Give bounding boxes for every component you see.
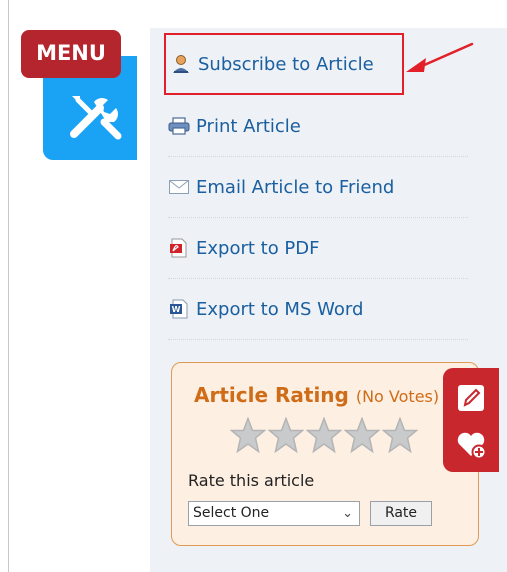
subscribe-to-article-link[interactable]: Subscribe to Article — [164, 33, 404, 95]
star-icon[interactable] — [230, 417, 266, 453]
star-icon[interactable] — [344, 417, 380, 453]
subscribe-to-article-label: Subscribe to Article — [198, 53, 374, 75]
annotation-arrow-icon — [406, 42, 474, 72]
print-article-link[interactable]: Print Article — [168, 96, 468, 157]
page-border — [8, 0, 9, 572]
menu-badge[interactable]: MENU — [21, 30, 121, 78]
print-article-label: Print Article — [196, 115, 301, 137]
chevron-down-icon: ⌄ — [342, 506, 353, 521]
favorite-add-heart-icon[interactable] — [455, 428, 487, 460]
star-icon[interactable] — [268, 417, 304, 453]
rating-select-value: Select One — [193, 505, 270, 521]
email-article-link[interactable]: Email Article to Friend — [168, 157, 468, 218]
printer-icon — [168, 116, 190, 136]
rating-select[interactable]: Select One ⌄ — [188, 501, 360, 526]
rating-title: Article Rating (No Votes) — [194, 383, 439, 407]
tools-wrench-screwdriver-icon — [70, 96, 122, 140]
export-pdf-label: Export to PDF — [196, 237, 320, 259]
word-doc-icon: W — [168, 299, 190, 319]
email-article-label: Email Article to Friend — [196, 176, 395, 198]
edit-pencil-icon[interactable] — [455, 382, 487, 414]
rating-votes-text: (No Votes) — [355, 387, 440, 406]
rating-stars — [230, 417, 418, 453]
rating-title-text: Article Rating — [194, 383, 349, 407]
star-icon[interactable] — [382, 417, 418, 453]
pdf-file-icon — [168, 238, 190, 258]
rate-this-article-label: Rate this article — [188, 471, 315, 490]
svg-text:W: W — [172, 305, 181, 314]
export-word-link[interactable]: W Export to MS Word — [168, 279, 468, 340]
export-word-label: Export to MS Word — [196, 298, 364, 320]
export-pdf-link[interactable]: Export to PDF — [168, 218, 468, 279]
star-icon[interactable] — [306, 417, 342, 453]
envelope-icon — [168, 177, 190, 197]
subscribe-user-icon — [170, 54, 192, 74]
article-tools-list: Subscribe to Article Print Article Email… — [164, 33, 468, 340]
floating-action-bar — [443, 368, 499, 472]
rate-button[interactable]: Rate — [370, 501, 432, 526]
article-rating-box: Article Rating (No Votes) Rate this arti… — [171, 362, 479, 546]
